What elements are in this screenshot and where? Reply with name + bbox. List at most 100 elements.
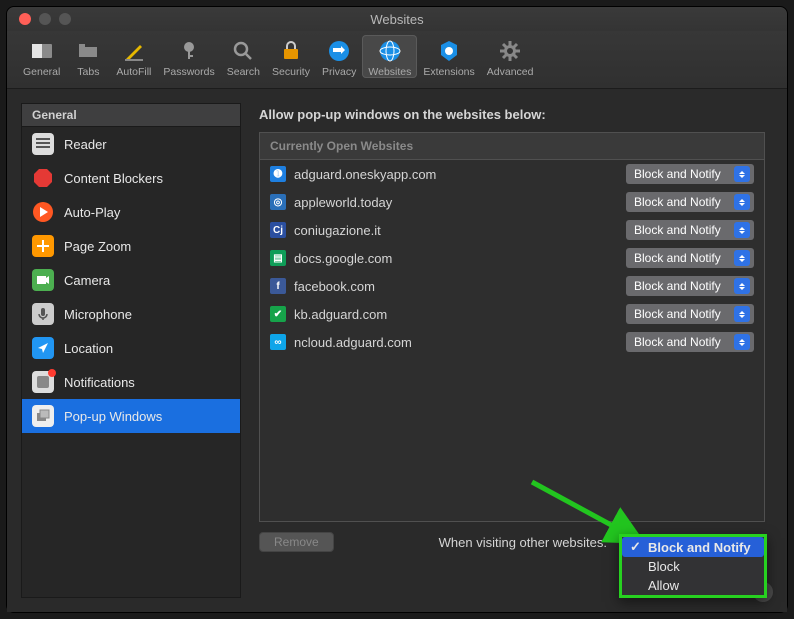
general-icon	[28, 37, 56, 65]
table-row[interactable]: Cj coniugazione.it Block and Notify	[260, 216, 764, 244]
favicon-icon: ✔	[270, 306, 286, 322]
permission-select[interactable]: Block and Notify	[626, 332, 754, 352]
main-panel: Allow pop-up windows on the websites bel…	[241, 89, 787, 612]
window-controls	[7, 13, 71, 25]
sidebar-label: Auto-Play	[64, 205, 120, 220]
toolbar-autofill[interactable]: AutoFill	[110, 35, 157, 78]
notifications-icon	[32, 371, 54, 393]
favicon-icon: f	[270, 278, 286, 294]
check-icon: ✓	[630, 539, 644, 555]
table-row[interactable]: ◎ appleworld.today Block and Notify	[260, 188, 764, 216]
toolbar: General Tabs AutoFill Passwords Search S…	[7, 31, 787, 89]
badge-dot	[48, 369, 56, 377]
main-title: Allow pop-up windows on the websites bel…	[259, 107, 765, 122]
permission-select[interactable]: Block and Notify	[626, 248, 754, 268]
dropdown-option-allow[interactable]: Allow	[622, 576, 764, 595]
select-stepper-icon	[734, 278, 750, 294]
toolbar-passwords[interactable]: Passwords	[157, 35, 220, 78]
favicon-icon: Cj	[270, 222, 286, 238]
sidebar-item-microphone[interactable]: Microphone	[22, 297, 240, 331]
select-stepper-icon	[734, 194, 750, 210]
table-row[interactable]: ➊ adguard.oneskyapp.com Block and Notify	[260, 160, 764, 188]
search-icon	[229, 37, 257, 65]
content: General Reader Content Blockers Auto-Pla…	[7, 89, 787, 612]
close-window-button[interactable]	[19, 13, 31, 25]
favicon-icon: ∞	[270, 334, 286, 350]
sidebar-label: Camera	[64, 273, 110, 288]
table-row[interactable]: ✔ kb.adguard.com Block and Notify	[260, 300, 764, 328]
autofill-icon	[120, 37, 148, 65]
table-row[interactable]: ∞ ncloud.adguard.com Block and Notify	[260, 328, 764, 356]
select-stepper-icon	[734, 250, 750, 266]
other-websites-dropdown[interactable]: ✓Block and Notify Block Allow	[619, 534, 767, 598]
sidebar-item-location[interactable]: Location	[22, 331, 240, 365]
site-name: appleworld.today	[294, 195, 618, 210]
minimize-window-button[interactable]	[39, 13, 51, 25]
other-websites-label: When visiting other websites:	[439, 535, 607, 550]
permission-select[interactable]: Block and Notify	[626, 276, 754, 296]
security-icon	[277, 37, 305, 65]
permission-select[interactable]: Block and Notify	[626, 304, 754, 324]
permission-select[interactable]: Block and Notify	[626, 192, 754, 212]
table-row[interactable]: ▤ docs.google.com Block and Notify	[260, 244, 764, 272]
favicon-icon: ➊	[270, 166, 286, 182]
toolbar-security[interactable]: Security	[266, 35, 316, 78]
popups-icon	[32, 405, 54, 427]
permission-value: Block and Notify	[634, 335, 730, 349]
permission-value: Block and Notify	[634, 195, 730, 209]
toolbar-extensions[interactable]: Extensions	[417, 35, 480, 78]
remove-button[interactable]: Remove	[259, 532, 334, 552]
sidebar-item-camera[interactable]: Camera	[22, 263, 240, 297]
toolbar-tabs[interactable]: Tabs	[66, 35, 110, 78]
permission-value: Block and Notify	[634, 167, 730, 181]
maximize-window-button[interactable]	[59, 13, 71, 25]
select-stepper-icon	[734, 334, 750, 350]
dropdown-option-block[interactable]: Block	[622, 557, 764, 576]
permission-value: Block and Notify	[634, 223, 730, 237]
site-name: ncloud.adguard.com	[294, 335, 618, 350]
table-header: Currently Open Websites	[260, 133, 764, 160]
permission-value: Block and Notify	[634, 279, 730, 293]
passwords-icon	[175, 37, 203, 65]
sidebar-label: Page Zoom	[64, 239, 131, 254]
toolbar-general[interactable]: General	[17, 35, 66, 78]
permission-select[interactable]: Block and Notify	[626, 220, 754, 240]
table-row[interactable]: f facebook.com Block and Notify	[260, 272, 764, 300]
camera-icon	[32, 269, 54, 291]
location-icon	[32, 337, 54, 359]
microphone-icon	[32, 303, 54, 325]
sidebar-item-notifications[interactable]: Notifications	[22, 365, 240, 399]
sidebar-item-auto-play[interactable]: Auto-Play	[22, 195, 240, 229]
tabs-icon	[74, 37, 102, 65]
page-zoom-icon	[32, 235, 54, 257]
site-name: adguard.oneskyapp.com	[294, 167, 618, 182]
site-name: kb.adguard.com	[294, 307, 618, 322]
permission-value: Block and Notify	[634, 307, 730, 321]
sidebar-item-page-zoom[interactable]: Page Zoom	[22, 229, 240, 263]
sidebar-header: General	[22, 104, 240, 127]
titlebar: Websites	[7, 7, 787, 31]
favicon-icon: ◎	[270, 194, 286, 210]
permission-value: Block and Notify	[634, 251, 730, 265]
reader-icon	[32, 133, 54, 155]
auto-play-icon	[32, 201, 54, 223]
toolbar-advanced[interactable]: Advanced	[481, 35, 540, 78]
privacy-icon	[325, 37, 353, 65]
toolbar-websites[interactable]: Websites	[362, 35, 417, 78]
sidebar-item-content-blockers[interactable]: Content Blockers	[22, 161, 240, 195]
dropdown-option-block-notify[interactable]: ✓Block and Notify	[622, 537, 764, 557]
toolbar-privacy[interactable]: Privacy	[316, 35, 362, 78]
select-stepper-icon	[734, 222, 750, 238]
favicon-icon: ▤	[270, 250, 286, 266]
sidebar-label: Content Blockers	[64, 171, 163, 186]
site-name: coniugazione.it	[294, 223, 618, 238]
sidebar: General Reader Content Blockers Auto-Pla…	[21, 103, 241, 598]
sidebar-item-reader[interactable]: Reader	[22, 127, 240, 161]
sidebar-label: Pop-up Windows	[64, 409, 162, 424]
toolbar-search[interactable]: Search	[221, 35, 266, 78]
sidebar-item-popups[interactable]: Pop-up Windows	[22, 399, 240, 433]
sidebar-label: Microphone	[64, 307, 132, 322]
window-title: Websites	[7, 12, 787, 27]
permission-select[interactable]: Block and Notify	[626, 164, 754, 184]
select-stepper-icon	[734, 166, 750, 182]
